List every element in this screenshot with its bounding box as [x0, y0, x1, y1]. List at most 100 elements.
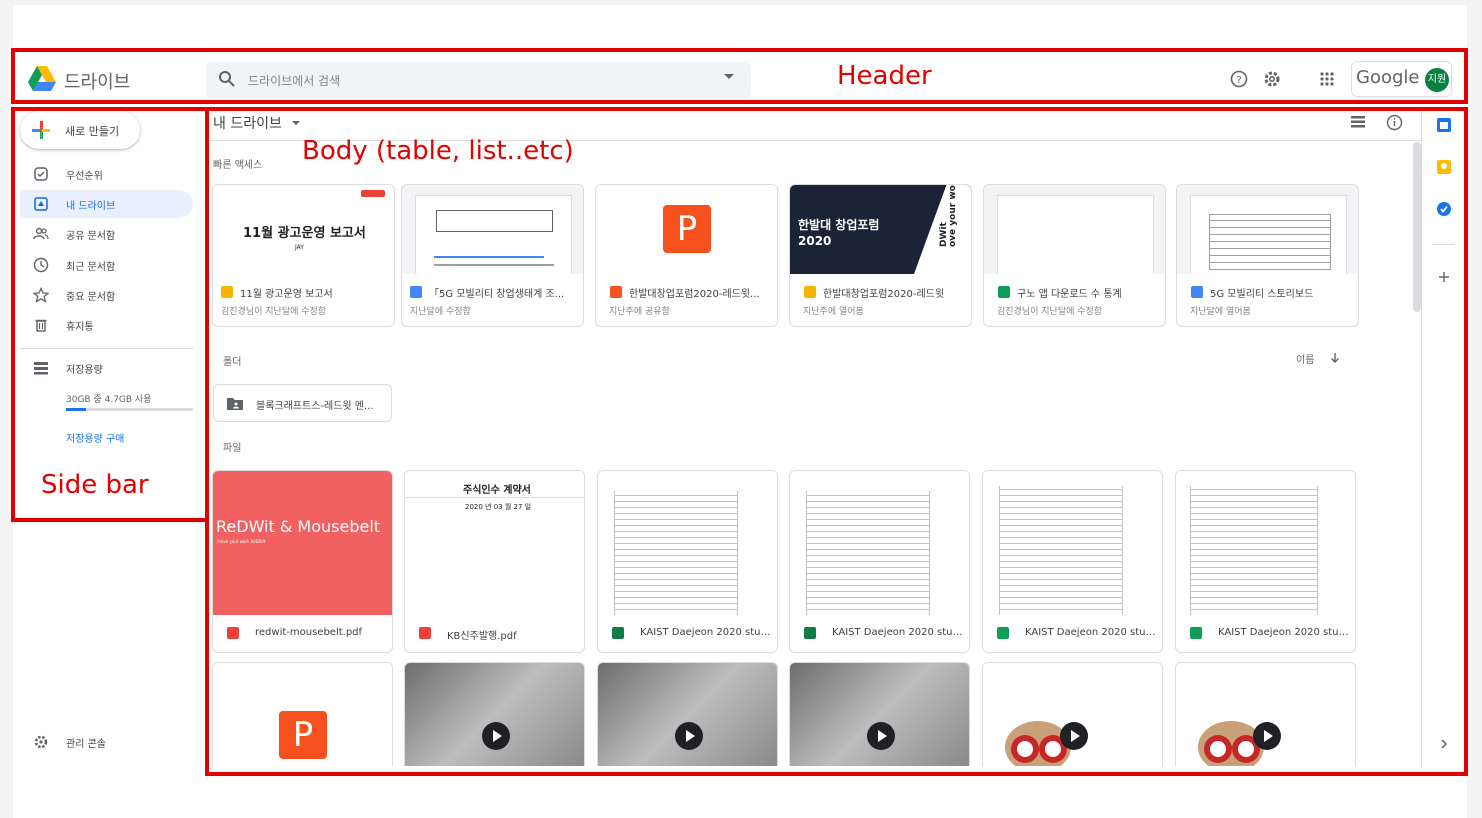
video-card[interactable] [789, 662, 970, 766]
star-icon [33, 287, 49, 303]
video-card[interactable] [404, 662, 585, 766]
svg-text:?: ? [1236, 75, 1241, 86]
sidebar-item-label: 최근 문서함 [66, 262, 116, 273]
play-icon[interactable] [674, 721, 704, 751]
sidebar-item-recent[interactable]: 최근 문서함 [20, 251, 193, 279]
quick-access-card[interactable]: 5G 모빌리티 스토리보드 지난달에 열어봄 [1176, 184, 1359, 327]
storage-usage-text: 30GB 중 4.7GB 사용 [66, 395, 152, 405]
quick-access-card[interactable]: 한발대 창업포럼 2020 DWit ove your work 한발대창업포럼… [789, 184, 972, 327]
doc-page-preview [1190, 195, 1347, 274]
file-thumbnail: ReDWit & Mousebelt Prove your work ReDWi… [213, 471, 392, 615]
video-card[interactable] [982, 662, 1163, 766]
spreadsheet-preview [806, 491, 930, 615]
quick-access-card[interactable]: 11월 광고운영 보고서 JAY 11월 광고운영 보고서 김진경님이 지난달에… [212, 184, 395, 327]
thumb-date: 2020 년 03 월 27 일 [465, 503, 532, 511]
quick-access-card[interactable]: P 한발대창업포럼2020-레드윗... 지난주에 공유함 [595, 184, 778, 327]
sidebar-item-label: 휴지통 [66, 322, 94, 333]
file-name: KAIST Daejeon 2020 stude... [832, 627, 964, 638]
file-card[interactable]: KAIST Daejeon 2020 stude... [789, 470, 970, 653]
drive-logo-icon[interactable] [28, 66, 56, 92]
sheets-file-icon [1190, 627, 1202, 639]
info-icon[interactable] [1386, 114, 1403, 131]
side-panel-rail [1421, 108, 1463, 768]
breadcrumb-dropdown-icon[interactable] [292, 121, 300, 125]
file-card[interactable]: ReDWit & Mousebelt Prove your work ReDWi… [212, 470, 393, 653]
quick-access-card[interactable]: 「5G 모빌리티 창업생태계 조... 지난달에 수정함 [401, 184, 584, 327]
ppt-file-icon [610, 286, 622, 298]
file-card[interactable]: P [212, 662, 393, 766]
list-view-icon[interactable] [1350, 115, 1366, 129]
video-card[interactable] [597, 662, 778, 766]
chevron-right-icon[interactable] [1439, 738, 1449, 750]
shared-icon [33, 227, 49, 240]
card-subtitle: 지난달에 수정함 [410, 307, 471, 317]
file-thumbnail [1176, 471, 1355, 615]
file-thumbnail [790, 471, 969, 615]
add-addon-plus-icon[interactable] [1438, 271, 1450, 283]
search-options-icon[interactable] [724, 74, 734, 79]
excel-file-icon [804, 627, 816, 639]
sidebar-item-admin-console[interactable]: 관리 콘솔 [20, 728, 193, 756]
settings-gear-icon[interactable] [1261, 68, 1283, 90]
help-icon[interactable]: ? [1228, 68, 1250, 90]
scrollbar[interactable] [1413, 142, 1421, 312]
file-name: KB신주발행.pdf [447, 631, 517, 642]
excel-file-icon [612, 627, 624, 639]
quick-access-card[interactable]: 구노 앱 다운로드 수 통계 김진경님이 지난달에 수정함 [983, 184, 1166, 327]
play-icon[interactable] [1252, 721, 1282, 751]
files-label: 파일 [223, 443, 242, 454]
breadcrumb[interactable]: 내 드라이브 [213, 113, 282, 133]
new-button[interactable]: 새로 만들기 [20, 111, 140, 149]
thumb-subtitle: Prove your work ReDWit [217, 539, 266, 544]
app-name[interactable]: 드라이브 [64, 68, 130, 94]
folder-item[interactable]: 블록크래프트스-레드윗 멘... [213, 384, 392, 422]
sidebar-item-shared[interactable]: 공유 문서함 [20, 220, 193, 248]
sheets-file-icon [997, 627, 1009, 639]
play-icon[interactable] [481, 721, 511, 751]
plus-icon [32, 121, 50, 139]
play-icon[interactable] [866, 721, 896, 751]
sidebar-item-starred[interactable]: 중요 문서함 [20, 281, 193, 309]
spreadsheet-preview [614, 491, 738, 615]
sidebar-item-storage[interactable]: 저장용량 [20, 354, 193, 382]
file-card[interactable]: KAIST Daejeon 2020 stude... [982, 470, 1163, 653]
thumb-title: 11월 광고운영 보고서 [243, 226, 366, 241]
file-card[interactable]: 주식인수 계약서 2020 년 03 월 27 일 KB신주발행.pdf [404, 470, 585, 653]
file-card[interactable]: KAIST Daejeon 2020 stude... [1175, 470, 1356, 653]
card-title: 구노 앱 다운로드 수 통계 [1017, 289, 1122, 300]
buy-storage-link[interactable]: 저장용량 구매 [66, 430, 124, 445]
search-bar[interactable]: 드라이브에서 검색 [206, 62, 751, 98]
file-card[interactable]: KAIST Daejeon 2020 stude... [597, 470, 778, 653]
sidebar-item-my-drive[interactable]: 내 드라이브 [20, 190, 193, 218]
avatar[interactable]: 지원 [1425, 68, 1449, 92]
sidebar-item-trash[interactable]: 휴지통 [20, 311, 193, 339]
slides-file-icon [804, 286, 816, 298]
ppt-icon: P [663, 205, 711, 253]
video-card[interactable] [1175, 662, 1356, 766]
google-label: Google [1356, 67, 1420, 88]
file-thumbnail [983, 471, 1162, 615]
search-input[interactable]: 드라이브에서 검색 [248, 72, 340, 89]
sort-by-name-button[interactable]: 이름 [1296, 351, 1314, 366]
doc-page-preview [415, 195, 572, 274]
sort-arrow-down-icon[interactable] [1329, 352, 1341, 364]
sidebar-item-priority[interactable]: 우선순위 [20, 160, 193, 188]
tasks-icon[interactable] [1437, 202, 1451, 216]
sidebar-item-label: 우선순위 [66, 171, 103, 182]
docs-file-icon [410, 286, 422, 298]
calendar-icon[interactable] [1437, 118, 1451, 132]
card-title: 5G 모빌리티 스토리보드 [1210, 289, 1314, 300]
card-subtitle: 김진경님이 지난달에 수정함 [997, 307, 1103, 317]
new-button-label: 새로 만들기 [65, 125, 120, 138]
file-thumbnail [598, 471, 777, 615]
keep-icon[interactable] [1437, 160, 1451, 174]
account-button[interactable]: Google 지원 [1351, 61, 1452, 97]
search-icon[interactable] [218, 70, 236, 88]
file-name: redwit-mousebelt.pdf [255, 627, 363, 638]
priority-icon [34, 167, 48, 181]
card-thumbnail [402, 185, 583, 274]
card-title: 「5G 모빌리티 창업생태계 조... [429, 289, 565, 300]
play-icon[interactable] [1059, 721, 1089, 751]
sidebar-item-label: 관리 콘솔 [66, 739, 106, 750]
apps-grid-icon[interactable] [1316, 68, 1338, 90]
